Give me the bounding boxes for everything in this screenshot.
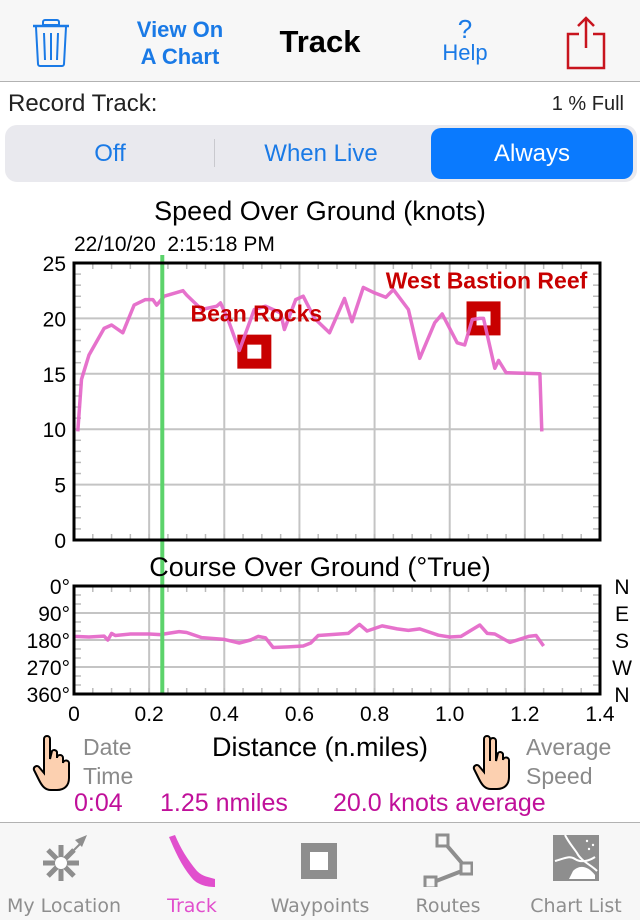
speed-y-tick-label: 10 — [43, 419, 66, 442]
compass-label: S — [615, 630, 629, 653]
tab-my-location[interactable]: My Location — [0, 823, 128, 920]
compass-label: E — [615, 603, 629, 626]
track-icon — [169, 835, 215, 887]
tab-track[interactable]: Track — [128, 823, 256, 920]
course-y-ticks: 0°90°180°270°360° — [27, 576, 70, 707]
waypoint-icon — [301, 843, 337, 879]
x-tick-label: 0 — [68, 703, 80, 726]
tab-bar: My Location Track Waypoints Routes Chart… — [0, 822, 640, 920]
chart-frames — [72, 261, 602, 696]
chart-list-icon — [553, 834, 599, 881]
tab-label: Routes — [415, 895, 481, 917]
speed-y-tick-label: 0 — [54, 530, 66, 553]
hint-time: Time — [83, 763, 134, 789]
speed-y-tick-label: 25 — [43, 253, 66, 276]
speed-chart-frame — [72, 261, 602, 542]
x-tick-label: 1.2 — [510, 703, 539, 726]
tab-label: My Location — [6, 895, 122, 917]
hint-speed: Speed — [526, 763, 593, 789]
course-chart-title: Course Over Ground (°True) — [149, 552, 491, 582]
track-average-speed: 20.0 knots average — [333, 789, 546, 817]
x-tick-label: 1.4 — [585, 703, 615, 726]
speed-grid — [74, 263, 600, 540]
course-series-line — [73, 622, 546, 650]
hand-two-finger-icon[interactable] — [472, 735, 518, 791]
compass-label: N — [614, 684, 629, 707]
tab-label: Waypoints — [270, 895, 370, 917]
course-y-tick-label: 270° — [27, 657, 70, 680]
course-y-tick-label: 90° — [38, 603, 70, 626]
speed-y-tick-label: 5 — [54, 475, 66, 498]
x-tick-label: 1.0 — [435, 703, 464, 726]
distance-x-ticks: 0 0.2 0.4 0.6 0.8 1.0 1.2 1.4 — [68, 703, 615, 726]
waypoint-marker-center — [247, 344, 262, 359]
routes-icon — [423, 833, 473, 887]
speed-y-ticks: 0 5 10 15 20 25 — [43, 253, 66, 553]
course-y-tick-label: 360° — [27, 684, 70, 707]
track-duration: 0:04 — [74, 789, 123, 817]
hand-pointer-icon[interactable] — [30, 735, 76, 791]
my-location-icon — [43, 835, 87, 881]
x-axis-label: Distance (n.miles) — [211, 732, 429, 762]
waypoint-label: Bean Rocks — [191, 301, 323, 327]
compass-label: W — [612, 657, 632, 680]
date-time-toggle[interactable]: Date Time — [83, 733, 133, 791]
track-distance: 1.25 nmiles — [160, 789, 288, 817]
waypoint-label: West Bastion Reef — [386, 267, 588, 293]
tab-waypoints[interactable]: Waypoints — [256, 823, 384, 920]
speed-y-tick-label: 15 — [43, 364, 66, 387]
hint-date: Date — [83, 734, 132, 760]
tab-routes[interactable]: Routes — [384, 823, 512, 920]
tab-label: Track — [167, 895, 217, 917]
course-y-tick-label: 180° — [27, 630, 70, 653]
tab-chart-list[interactable]: Chart List — [512, 823, 640, 920]
course-compass-labels: NESWN — [612, 576, 632, 707]
hint-average: Average — [526, 734, 612, 760]
x-tick-label: 0.2 — [135, 703, 164, 726]
x-tick-label: 0.6 — [285, 703, 314, 726]
x-tick-label: 0.4 — [210, 703, 240, 726]
speed-y-tick-label: 20 — [43, 308, 66, 331]
x-tick-label: 0.8 — [360, 703, 389, 726]
average-speed-toggle[interactable]: Average Speed — [526, 733, 611, 791]
tab-label: Chart List — [530, 895, 622, 917]
